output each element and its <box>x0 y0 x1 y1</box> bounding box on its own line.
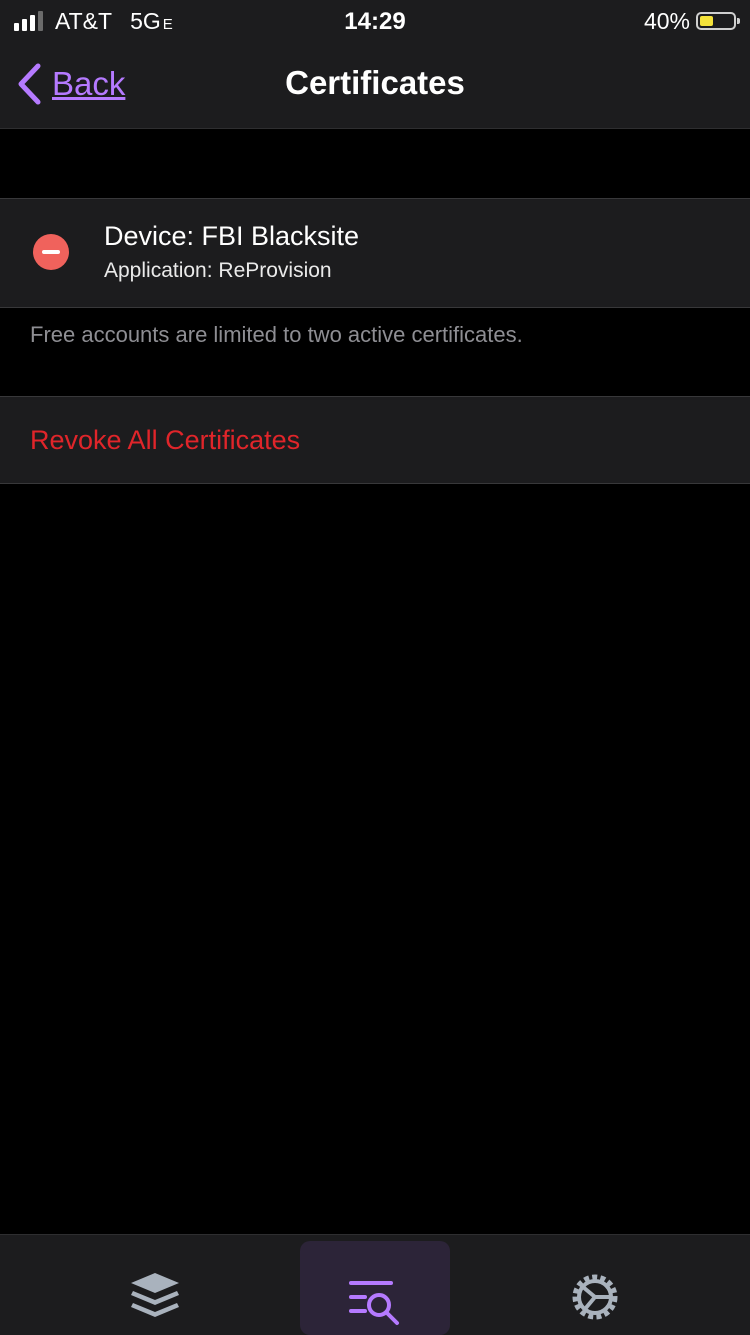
tab-bar <box>0 1234 750 1335</box>
navigation-bar: Back Certificates <box>0 42 750 129</box>
status-time: 14:29 <box>344 8 406 35</box>
revoke-all-label: Revoke All Certificates <box>30 425 301 455</box>
certificate-row[interactable]: Device: FBI Blacksite Application: RePro… <box>0 198 750 308</box>
certificate-device: Device: FBI Blacksite <box>104 221 360 251</box>
search-list-icon <box>349 1281 399 1325</box>
battery-percent: 40% <box>643 7 690 34</box>
delete-certificate-button[interactable] <box>33 234 69 270</box>
tab-installed[interactable] <box>80 1235 230 1335</box>
gear-icon <box>572 1274 618 1320</box>
status-right: 40% <box>643 7 740 34</box>
tab-settings[interactable] <box>520 1235 670 1335</box>
page-title: Certificates <box>285 64 465 101</box>
battery-icon <box>696 12 740 30</box>
status-bar: AT&T 5G E 14:29 40% <box>0 0 750 42</box>
tab-certificates[interactable] <box>300 1241 450 1335</box>
stack-icon <box>131 1273 179 1317</box>
revoke-all-certificates-button[interactable]: Revoke All Certificates <box>0 396 750 484</box>
section-footer-note: Free accounts are limited to two active … <box>30 322 523 347</box>
certificate-application: Application: ReProvision <box>104 259 332 282</box>
